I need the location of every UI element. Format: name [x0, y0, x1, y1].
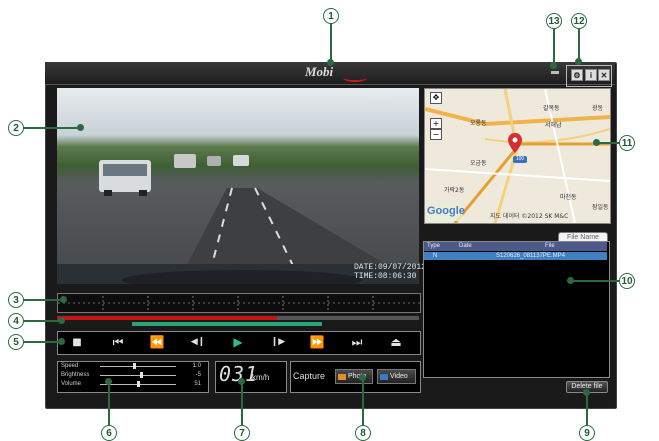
step-forward-button[interactable]: ❙▶: [261, 333, 295, 351]
callout-9: 9: [579, 425, 595, 441]
play-button[interactable]: ▶: [221, 333, 255, 351]
volume-slider-value: 51: [194, 381, 201, 387]
map-label: 오룡동: [470, 120, 487, 127]
column-date[interactable]: Date: [459, 243, 472, 249]
column-type[interactable]: Type: [427, 243, 440, 249]
event-timeline[interactable]: [57, 293, 421, 313]
previous-button[interactable]: ⏮: [101, 333, 135, 351]
step-back-button[interactable]: ◀❙: [181, 333, 215, 351]
next-button[interactable]: ⏭: [340, 333, 374, 351]
google-logo: Google: [427, 205, 465, 217]
capture-label: Capture: [293, 371, 326, 381]
fast-forward-button[interactable]: ⏩: [300, 333, 334, 351]
callout-13: 13: [546, 13, 562, 29]
map-attribution: 지도 데이터 ©2012 SK M&C: [490, 213, 569, 220]
file-list-header: [424, 242, 607, 251]
pan-icon[interactable]: ✥: [430, 92, 442, 104]
video-timestamp: DATE:09/07/2012 TIME:08:06:30: [354, 263, 426, 281]
callout-1: 1: [323, 8, 339, 24]
wifi-indicator: Wifi: [370, 91, 395, 102]
callout-12: 12: [571, 13, 587, 29]
capture-photo-button[interactable]: Photo: [335, 369, 373, 384]
volume-slider-handle[interactable]: [137, 381, 140, 387]
minimize-icon[interactable]: [551, 71, 559, 74]
road-shield: 100: [513, 156, 527, 163]
map-label: 마천동: [560, 194, 577, 201]
file-list[interactable]: [423, 241, 610, 378]
zoom-out-icon[interactable]: −: [430, 129, 442, 140]
map-pin-icon: [508, 133, 522, 153]
map-label: 서해남: [545, 122, 562, 129]
map-label: 잠일동: [592, 204, 609, 211]
callout-6: 6: [101, 425, 117, 441]
video-frame: [57, 154, 419, 284]
video-date: DATE:09/07/2012: [354, 263, 427, 272]
map-label: 가락2동: [444, 187, 465, 194]
playback-remaining[interactable]: [277, 316, 419, 320]
map-label: 광동: [592, 105, 604, 112]
video-time: TIME:08:06:30: [354, 272, 417, 281]
map-label: 갈목동: [543, 105, 560, 112]
capture-video-button[interactable]: Video: [377, 369, 416, 384]
window-buttons-frame: [566, 65, 612, 87]
zoom-in-icon[interactable]: +: [430, 118, 442, 129]
photo-icon: [338, 373, 346, 380]
brightness-slider[interactable]: [100, 375, 176, 376]
row-type: N: [433, 253, 438, 259]
map-zoom-controls[interactable]: ✥ + −: [430, 92, 442, 140]
timeline-ticks: [58, 296, 420, 310]
volume-slider-label: Volume: [61, 381, 82, 387]
video-icon: [380, 373, 388, 380]
speed-slider-handle[interactable]: [133, 363, 136, 369]
callout-10: 10: [619, 273, 635, 289]
eject-button[interactable]: ⏏: [379, 333, 413, 351]
video-player[interactable]: [57, 88, 419, 284]
playback-progress[interactable]: [57, 316, 277, 320]
callout-4: 4: [8, 313, 24, 329]
brightness-slider-value: -5: [195, 372, 201, 378]
callout-3: 3: [8, 292, 24, 308]
callout-11: 11: [619, 135, 635, 151]
callout-8: 8: [355, 425, 371, 441]
rewind-button[interactable]: ⏪: [140, 333, 174, 351]
speed-slider[interactable]: [100, 366, 176, 367]
callout-7: 7: [234, 425, 250, 441]
speed-slider-value: 1.0: [192, 363, 201, 369]
speed-unit: km/h: [252, 373, 270, 382]
callout-5: 5: [8, 334, 24, 350]
map-label: 오금동: [470, 160, 487, 167]
row-file: S120626_081137PE.MP4: [496, 253, 565, 259]
column-file[interactable]: File: [545, 243, 555, 249]
video-label: Video: [390, 373, 408, 380]
speed-slider-label: Speed: [61, 363, 79, 369]
callout-2: 2: [8, 120, 24, 136]
brightness-slider-label: Brightness: [61, 372, 90, 378]
stop-button[interactable]: ■: [60, 333, 94, 351]
buffer-range-bar[interactable]: [132, 322, 322, 326]
logo-swoosh-icon: [343, 74, 367, 82]
brightness-slider-handle[interactable]: [140, 372, 143, 378]
